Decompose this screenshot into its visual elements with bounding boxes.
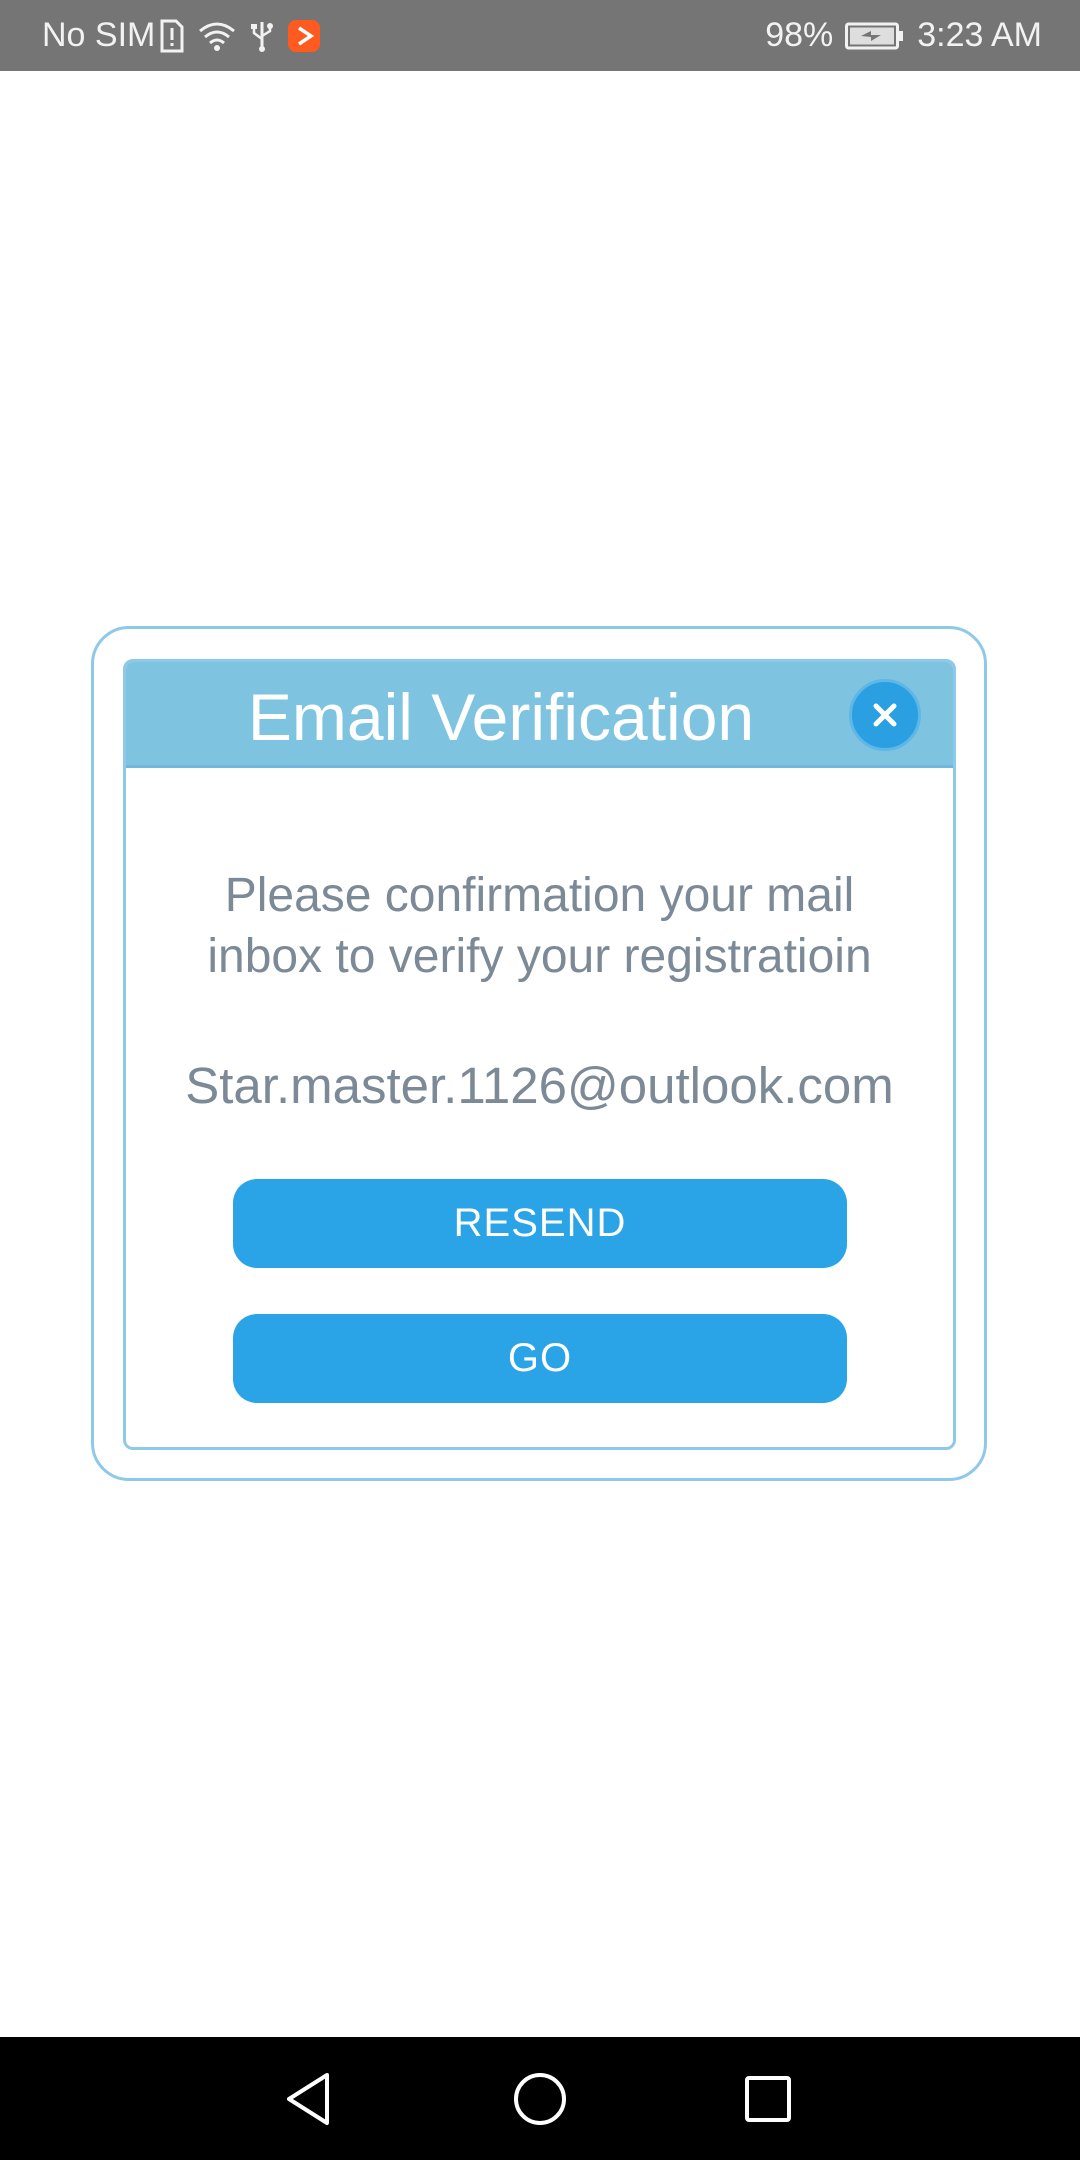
resend-button[interactable]: RESEND xyxy=(233,1179,847,1268)
carrier-label: No SIM xyxy=(42,16,156,54)
dialog-header: Email Verification xyxy=(126,662,953,768)
battery-charging-icon xyxy=(845,21,905,51)
navigation-bar xyxy=(0,2037,1080,2160)
app-notification-icon xyxy=(287,19,321,53)
battery-percent: 98% xyxy=(765,16,834,54)
status-right-group: 98% 3:23 AM xyxy=(765,0,1042,71)
clock: 3:23 AM xyxy=(917,16,1042,54)
dialog-title: Email Verification xyxy=(247,680,755,754)
wifi-icon xyxy=(197,19,237,53)
close-button[interactable] xyxy=(849,679,921,751)
recents-icon xyxy=(745,2075,791,2122)
recents-button[interactable] xyxy=(708,2037,828,2160)
back-icon xyxy=(287,2072,329,2125)
home-icon xyxy=(514,2072,566,2125)
status-bar: No SIM 98% 3:23 AM xyxy=(0,0,1080,71)
sim-alert-icon xyxy=(159,19,185,53)
go-button[interactable]: GO xyxy=(233,1314,847,1403)
close-icon xyxy=(873,703,897,727)
home-button[interactable] xyxy=(480,2037,600,2160)
email-verification-dialog: Email Verification Please confirmation y… xyxy=(123,659,956,1450)
back-button[interactable] xyxy=(249,2037,369,2160)
status-left-group: No SIM xyxy=(42,0,321,71)
usb-icon xyxy=(249,19,275,53)
message-line-2: inbox to verify your registratioin xyxy=(207,930,872,983)
verification-message: Please confirmation your mail inbox to v… xyxy=(126,865,953,987)
message-line-1: Please confirmation your mail xyxy=(224,869,855,922)
email-address: Star.master.1126@outlook.com xyxy=(185,1057,894,1114)
